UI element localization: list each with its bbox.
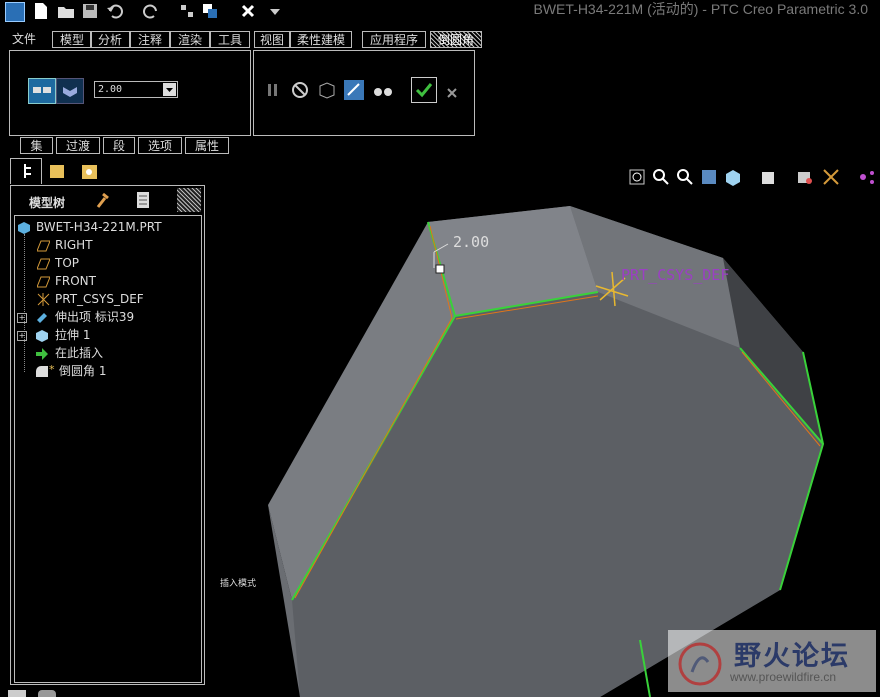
csys-label: PRT_CSYS_DEF [621, 266, 730, 284]
flame-logo-icon [678, 642, 722, 686]
drag-handle[interactable] [435, 264, 445, 274]
watermark: 野火论坛 www.proewildfire.cn [668, 630, 876, 692]
status-bar-icon[interactable] [8, 690, 26, 697]
watermark-name: 野火论坛 [734, 641, 850, 672]
message-area-icon[interactable] [38, 690, 56, 697]
insert-mode-label: 插入模式 [220, 579, 257, 589]
graphics-area[interactable] [0, 0, 880, 697]
watermark-url: www.proewildfire.cn [730, 670, 837, 684]
dimension-label[interactable]: 2.00 [453, 233, 489, 251]
